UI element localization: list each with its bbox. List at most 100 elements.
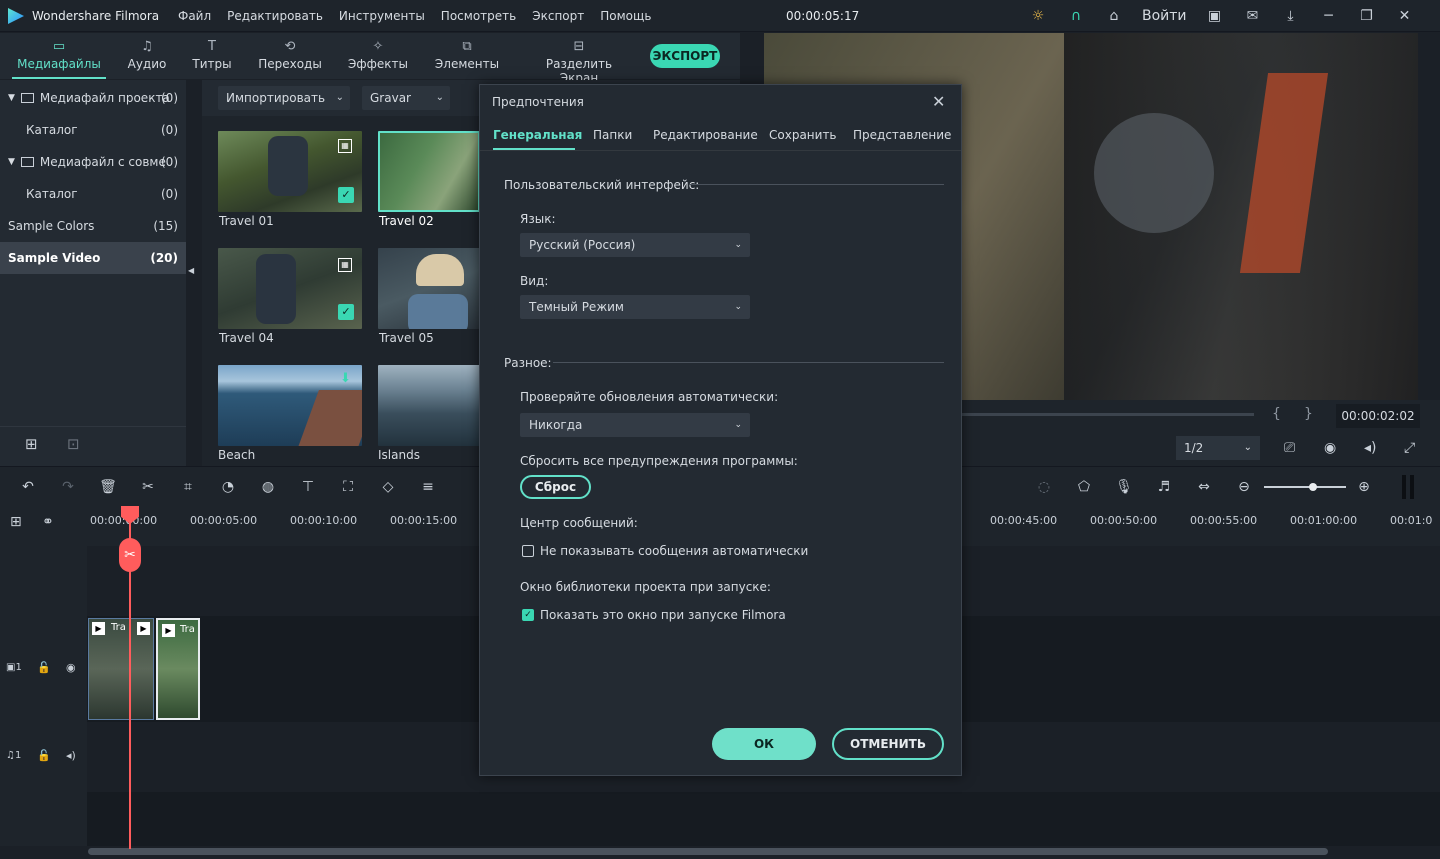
volume-icon[interactable]: ◂) [1364, 440, 1377, 456]
expand-triangle-icon[interactable]: ▼ [8, 146, 15, 178]
fit-icon[interactable]: ⇔ [1194, 477, 1214, 497]
zoom-slider-handle[interactable] [1309, 483, 1317, 491]
preview-progress[interactable] [962, 413, 1254, 416]
menu-edit[interactable]: Редактировать [227, 9, 323, 23]
lock-icon[interactable]: 🔓 [37, 661, 51, 674]
library-item-project-media[interactable]: ▼ Медиафайл проекта (0) [0, 82, 186, 114]
ok-button[interactable]: ОК [712, 728, 816, 760]
tab-appearance[interactable]: Представление [853, 128, 951, 142]
microphone-icon[interactable]: 🎙 [1114, 477, 1134, 497]
language-select[interactable]: Русский (Россия) ⌄ [520, 233, 750, 257]
mark-in-icon[interactable]: { [1272, 406, 1281, 422]
tab-general[interactable]: Генеральная [493, 128, 582, 142]
media-thumb[interactable]: ⬇ [218, 365, 362, 446]
menu-help[interactable]: Помощь [600, 9, 651, 23]
collapse-panel-icon[interactable]: ◀ [188, 266, 194, 275]
expand-triangle-icon[interactable]: ▼ [8, 82, 15, 114]
close-icon[interactable]: ✕ [932, 92, 945, 111]
color-icon[interactable]: ◍ [258, 477, 278, 497]
track-header [0, 546, 87, 616]
no-messages-checkbox[interactable] [522, 545, 534, 557]
show-window-checkbox[interactable]: ✓ [522, 609, 534, 621]
tab-media[interactable]: ▭ Медиафайлы [12, 33, 106, 79]
tab-folders[interactable]: Папки [593, 128, 632, 142]
library-item-sample-colors[interactable]: Sample Colors (15) [0, 210, 186, 242]
adjust-icon[interactable]: ≡ [418, 477, 438, 497]
gift-icon[interactable]: ⌂ [1104, 6, 1124, 26]
headset-icon[interactable]: ∩ [1066, 6, 1086, 26]
tab-transitions[interactable]: ⟲ Переходы [256, 33, 324, 79]
crop-icon[interactable]: ⌗ [178, 477, 198, 497]
media-thumb[interactable]: ▦ ✓ [218, 131, 362, 212]
library-item-catalog-2[interactable]: Каталог (0) [0, 178, 186, 210]
scissors-icon[interactable]: ✂ [119, 538, 141, 572]
quality-label: 1/2 [1184, 441, 1204, 455]
media-thumb[interactable] [378, 248, 480, 329]
delete-icon[interactable]: 🗑 [98, 477, 118, 497]
media-thumb-selected[interactable] [378, 131, 480, 212]
tab-effects[interactable]: ✧ Эффекты [346, 33, 410, 79]
eye-icon[interactable]: ◉ [66, 661, 76, 674]
display-icon[interactable]: ⎚ [1284, 440, 1295, 456]
speed-icon[interactable]: ◔ [218, 477, 238, 497]
mail-icon[interactable]: ✉ [1243, 6, 1263, 26]
zoom-out-icon[interactable]: ⊖ [1234, 477, 1254, 497]
video-clip[interactable]: ▶ Tra ▶ [88, 618, 154, 720]
lock-icon[interactable]: 🔓 [37, 749, 51, 762]
close-window-icon[interactable]: ✕ [1395, 6, 1415, 26]
keyframe-icon[interactable]: ◇ [378, 477, 398, 497]
cancel-button[interactable]: ОТМЕНИТЬ [832, 728, 944, 760]
save-icon[interactable]: ▣ [1205, 6, 1225, 26]
menu-tools[interactable]: Инструменты [339, 9, 425, 23]
zoom-slider[interactable] [1264, 486, 1346, 488]
tab-split-screen[interactable]: ⊟ Разделить Экран [526, 33, 632, 85]
minimize-icon[interactable]: ─ [1319, 6, 1339, 26]
audio-mix-icon[interactable]: ♬ [1154, 477, 1174, 497]
library-item-shared-media[interactable]: ▼ Медиафайл с совме (0) [0, 146, 186, 178]
marker-icon[interactable]: ⬠ [1074, 477, 1094, 497]
green-screen-icon[interactable]: ⊤ [298, 477, 318, 497]
link-icon[interactable]: ⚭ [42, 514, 54, 530]
fullscreen-icon[interactable]: ⤢ [1404, 440, 1415, 456]
redo-icon[interactable]: ↷ [58, 477, 78, 497]
pause-icon[interactable] [1402, 475, 1414, 499]
library-item-catalog[interactable]: Каталог (0) [0, 114, 186, 146]
filter-dropdown[interactable]: Gravar ⌄ [362, 86, 450, 110]
view-select[interactable]: Темный Режим ⌄ [520, 295, 750, 319]
export-button[interactable]: ЭКСПОРТ [650, 44, 720, 68]
undo-icon[interactable]: ↶ [18, 477, 38, 497]
stabilize-icon[interactable]: ⛶ [338, 477, 358, 497]
library-item-sample-video[interactable]: Sample Video (20) [0, 242, 186, 274]
quality-dropdown[interactable]: 1/2 ⌄ [1176, 436, 1260, 460]
zoom-in-icon[interactable]: ⊕ [1354, 477, 1374, 497]
tab-elements[interactable]: ⧉ Элементы [434, 33, 500, 79]
menu-export[interactable]: Экспорт [532, 9, 584, 23]
timeline-scrollbar[interactable] [88, 848, 1328, 855]
camera-icon[interactable]: ◉ [1324, 440, 1336, 456]
login-button[interactable]: Войти [1142, 8, 1187, 24]
menu-file[interactable]: Файл [178, 9, 211, 23]
new-folder-icon[interactable]: ⊞ [25, 435, 38, 453]
cut-icon[interactable]: ✂ [138, 477, 158, 497]
tab-titles[interactable]: T Титры [188, 33, 236, 79]
tab-audio[interactable]: ♫ Аудио [120, 33, 174, 79]
tab-editing[interactable]: Редактирование [653, 128, 758, 142]
mark-out-icon[interactable]: } [1304, 406, 1313, 422]
media-thumb[interactable]: ▦ ✓ [218, 248, 362, 329]
speaker-icon[interactable]: ◂) [66, 749, 76, 762]
folder-open-icon[interactable]: ⊡ [67, 435, 80, 453]
playhead[interactable]: ✂ [119, 506, 141, 849]
updates-select[interactable]: Никогда ⌄ [520, 413, 750, 437]
import-dropdown[interactable]: Импортировать ⌄ [218, 86, 350, 110]
download-icon[interactable]: ⤓ [1281, 6, 1301, 26]
media-thumb[interactable] [378, 365, 480, 446]
lightbulb-icon[interactable]: ☼ [1028, 6, 1048, 26]
menu-view[interactable]: Посмотреть [441, 9, 516, 23]
audio-track-number: 1 [14, 750, 22, 761]
reset-button[interactable]: Сброс [520, 475, 591, 499]
restore-icon[interactable]: ❐ [1357, 6, 1377, 26]
render-icon[interactable]: ◌ [1034, 477, 1054, 497]
add-track-icon[interactable]: ⊞ [10, 514, 22, 530]
video-clip-selected[interactable]: ▶ Tra [156, 618, 200, 720]
tab-save[interactable]: Сохранить [769, 128, 837, 142]
